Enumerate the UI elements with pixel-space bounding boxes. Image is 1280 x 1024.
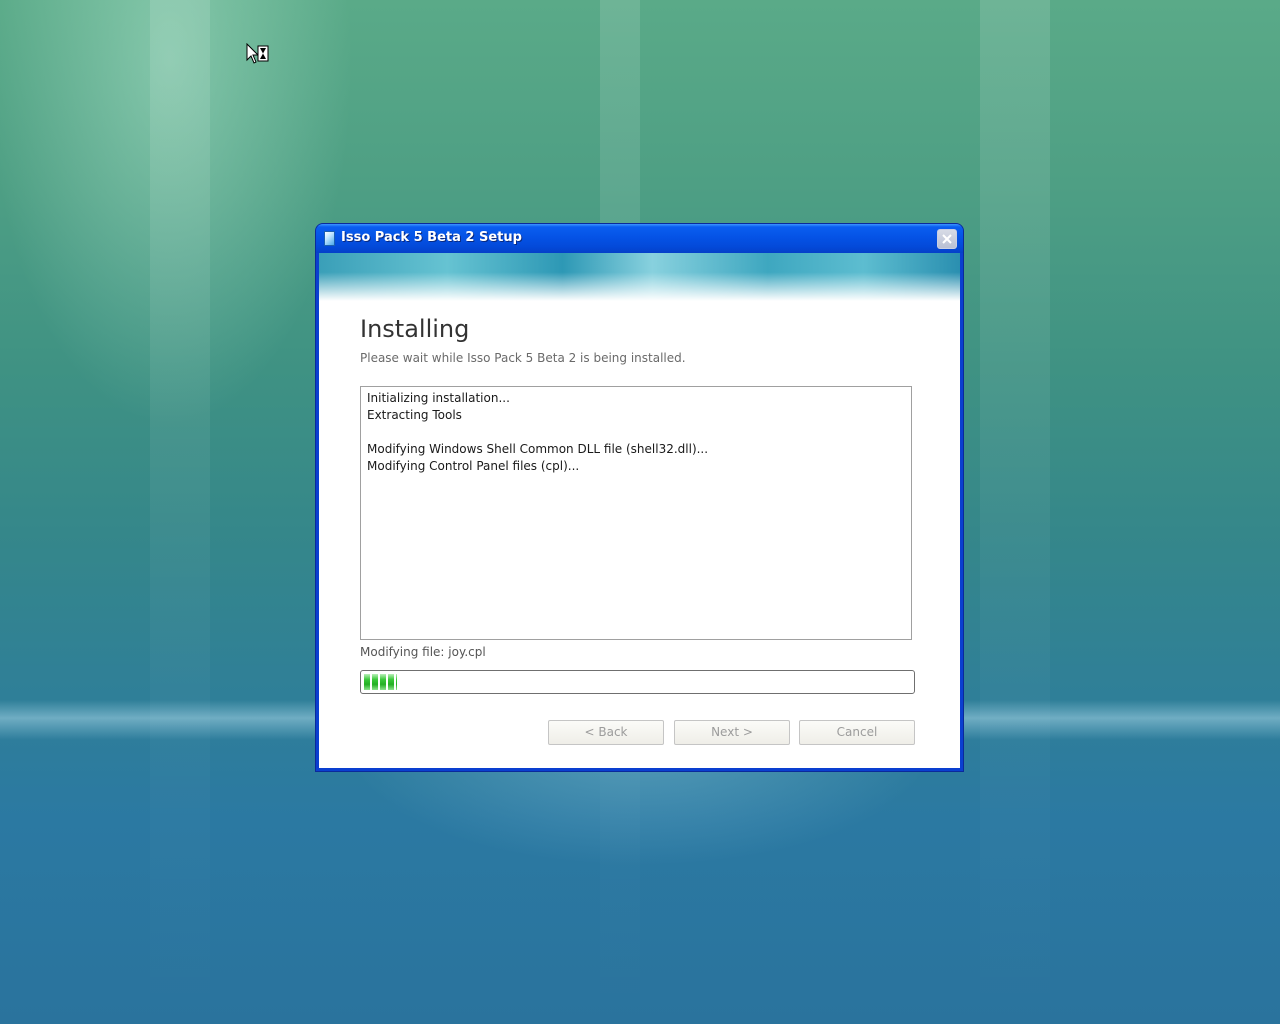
close-button[interactable]	[937, 229, 957, 249]
header-banner	[319, 253, 960, 301]
install-log[interactable]: Initializing installation... Extracting …	[360, 386, 912, 640]
busy-cursor-icon	[246, 43, 269, 64]
log-line: Modifying Control Panel files (cpl)...	[367, 459, 580, 473]
light-streak	[980, 0, 1050, 1024]
desktop-background: Isso Pack 5 Beta 2 Setup Installing Plea…	[0, 0, 1280, 1024]
page-title: Installing	[360, 315, 470, 343]
page-subtitle: Please wait while Isso Pack 5 Beta 2 is …	[360, 351, 686, 365]
window-title: Isso Pack 5 Beta 2 Setup	[341, 230, 522, 245]
wizard-client-area: Installing Please wait while Isso Pack 5…	[319, 253, 960, 768]
close-icon	[942, 234, 952, 244]
light-streak	[150, 0, 210, 1024]
progress-fill	[364, 674, 397, 690]
log-line: Initializing installation...	[367, 391, 510, 405]
status-label: Modifying file: joy.cpl	[360, 645, 486, 659]
log-line: Modifying Windows Shell Common DLL file …	[367, 442, 709, 456]
back-button[interactable]: < Back	[548, 720, 664, 745]
cancel-button[interactable]: Cancel	[799, 720, 915, 745]
setup-app-icon	[324, 231, 335, 246]
progress-bar	[360, 670, 915, 694]
title-bar[interactable]: Isso Pack 5 Beta 2 Setup	[316, 224, 963, 253]
next-button[interactable]: Next >	[674, 720, 790, 745]
setup-window: Isso Pack 5 Beta 2 Setup Installing Plea…	[316, 224, 963, 771]
log-line: Extracting Tools	[367, 408, 462, 422]
